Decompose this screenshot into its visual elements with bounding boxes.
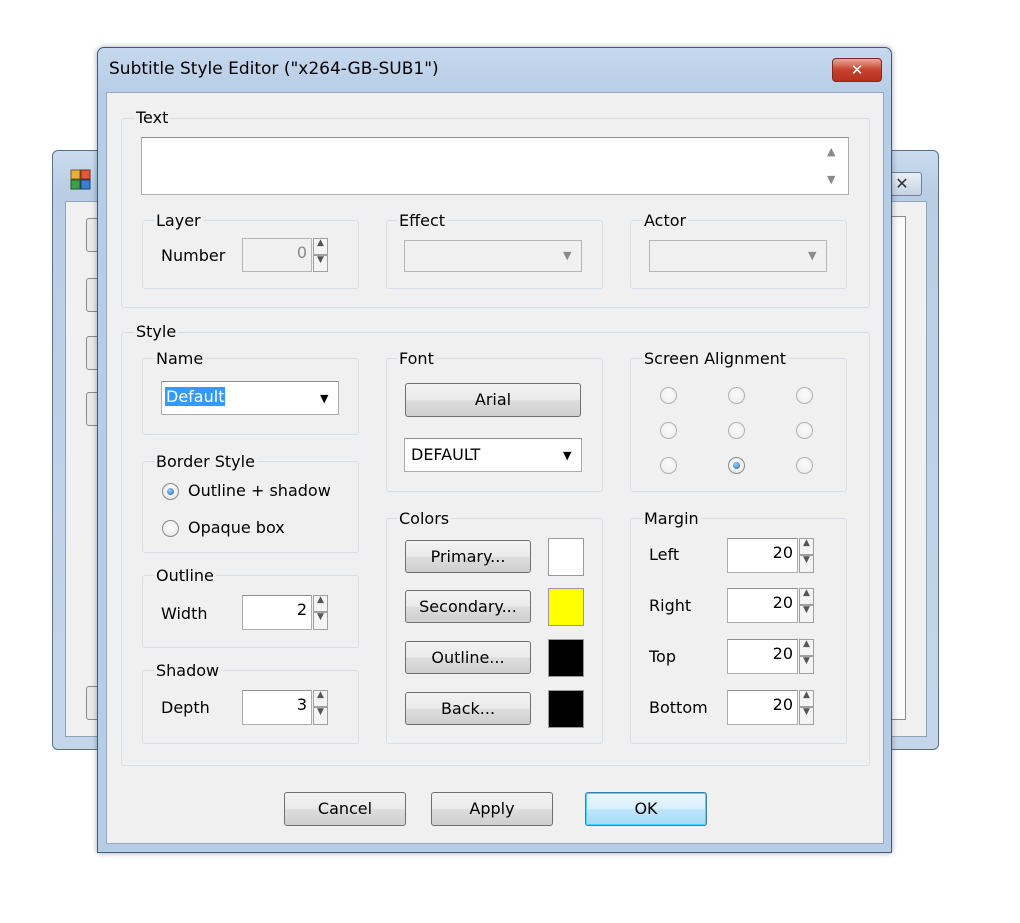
secondary-color-button[interactable]: Secondary... <box>405 590 531 623</box>
alignment-radio-middle-center[interactable] <box>728 422 745 439</box>
opaque-box-radio[interactable] <box>162 520 179 537</box>
shadow-depth-spin-down[interactable]: ▼ <box>313 707 328 725</box>
shadow-depth-label: Depth <box>161 698 210 717</box>
shadow-depth-value: 3 <box>296 695 307 714</box>
margin-top-input[interactable]: 20 <box>727 639 798 674</box>
actor-combobox[interactable]: ▼ <box>649 240 827 272</box>
text-scrollbar[interactable]: ▲ ▼ <box>822 139 847 193</box>
margin-left-input[interactable]: 20 <box>727 538 798 573</box>
app-icon <box>68 168 94 192</box>
font-button[interactable]: Arial <box>405 383 581 417</box>
outline-color-button[interactable]: Outline... <box>405 641 531 674</box>
margin-bottom-input[interactable]: 20 <box>727 690 798 725</box>
margin-group-label: Margin <box>642 509 701 528</box>
alignment-radio-middle-right[interactable] <box>796 422 813 439</box>
shadow-group-label: Shadow <box>154 661 222 680</box>
outline-color-swatch <box>548 639 584 677</box>
outline-width-value: 2 <box>296 600 307 619</box>
colors-group-label: Colors <box>397 509 452 528</box>
alignment-radio-bottom-right[interactable] <box>796 457 813 474</box>
cancel-button[interactable]: Cancel <box>284 792 406 826</box>
margin-right-spin-down[interactable]: ▼ <box>799 605 814 623</box>
font-encoding-value: DEFAULT <box>411 445 481 464</box>
shadow-depth-input[interactable]: 3 <box>242 690 312 725</box>
close-button[interactable]: ✕ <box>832 58 882 82</box>
alignment-radio-top-center[interactable] <box>728 387 745 404</box>
text-group-label: Text <box>134 108 171 127</box>
opaque-box-label[interactable]: Opaque box <box>188 518 285 537</box>
style-name-combobox[interactable]: Default ▼ <box>161 381 339 415</box>
layer-number-spin-down[interactable]: ▼ <box>313 255 328 272</box>
text-input[interactable] <box>141 137 849 195</box>
effect-group-label: Effect <box>397 211 448 230</box>
style-group-label: Style <box>134 322 179 341</box>
alignment-radio-top-right[interactable] <box>796 387 813 404</box>
outline-shadow-radio[interactable] <box>162 483 179 500</box>
margin-bottom-spin-up[interactable]: ▲ <box>799 690 814 707</box>
alignment-radio-bottom-left[interactable] <box>660 457 677 474</box>
chevron-down-icon: ▼ <box>563 249 572 262</box>
screen-alignment-group-label: Screen Alignment <box>642 349 789 368</box>
margin-right-input[interactable]: 20 <box>727 588 798 623</box>
alignment-radio-middle-left[interactable] <box>660 422 677 439</box>
margin-right-value: 20 <box>772 593 793 612</box>
margin-right-spin-up[interactable]: ▲ <box>799 588 814 605</box>
primary-color-button[interactable]: Primary... <box>405 540 531 573</box>
effect-combobox[interactable]: ▼ <box>404 240 582 272</box>
margin-left-spin-up[interactable]: ▲ <box>799 538 814 555</box>
back-color-button[interactable]: Back... <box>405 692 531 725</box>
outline-width-label: Width <box>161 604 208 623</box>
chevron-down-icon: ▼ <box>808 249 817 262</box>
layer-number-input[interactable]: 0 <box>242 238 312 272</box>
outline-width-spin-up[interactable]: ▲ <box>313 595 328 612</box>
layer-number-spin-up[interactable]: ▲ <box>313 238 328 255</box>
chevron-down-icon: ▼ <box>320 392 329 405</box>
name-group-label: Name <box>154 349 206 368</box>
margin-top-spin-down[interactable]: ▼ <box>799 656 814 674</box>
apply-button[interactable]: Apply <box>431 792 553 826</box>
margin-left-value: 20 <box>772 543 793 562</box>
border-style-group <box>142 461 359 553</box>
layer-number-label: Number <box>161 246 226 265</box>
secondary-color-swatch <box>548 588 584 626</box>
outline-shadow-label[interactable]: Outline + shadow <box>188 481 331 500</box>
primary-color-swatch <box>548 538 584 576</box>
ok-button[interactable]: OK <box>585 792 707 826</box>
margin-top-label: Top <box>649 647 676 666</box>
alignment-radio-top-left[interactable] <box>660 387 677 404</box>
actor-group-label: Actor <box>642 211 689 230</box>
font-group-label: Font <box>397 349 436 368</box>
margin-top-value: 20 <box>772 644 793 663</box>
margin-right-label: Right <box>649 596 692 615</box>
style-name-value: Default <box>165 387 226 406</box>
margin-left-spin-down[interactable]: ▼ <box>799 555 814 573</box>
chevron-down-icon: ▼ <box>563 449 572 462</box>
margin-bottom-label: Bottom <box>649 698 708 717</box>
margin-left-label: Left <box>649 545 680 564</box>
border-style-group-label: Border Style <box>154 452 257 471</box>
margin-bottom-value: 20 <box>772 695 793 714</box>
font-encoding-combobox[interactable]: DEFAULT ▼ <box>404 438 582 472</box>
layer-group-label: Layer <box>154 211 203 230</box>
layer-number-value: 0 <box>296 243 307 262</box>
dialog-title: Subtitle Style Editor ("x264-GB-SUB1") <box>109 59 439 79</box>
back-color-swatch <box>548 690 584 728</box>
scroll-up-arrow-icon[interactable]: ▲ <box>827 145 835 158</box>
margin-top-spin-up[interactable]: ▲ <box>799 639 814 656</box>
outline-width-input[interactable]: 2 <box>242 595 312 630</box>
margin-bottom-spin-down[interactable]: ▼ <box>799 707 814 725</box>
outline-width-spin-down[interactable]: ▼ <box>313 612 328 630</box>
shadow-depth-spin-up[interactable]: ▲ <box>313 690 328 707</box>
outline-group-label: Outline <box>154 566 216 585</box>
alignment-radio-bottom-center[interactable] <box>728 457 745 474</box>
scroll-down-arrow-icon[interactable]: ▼ <box>827 173 835 186</box>
